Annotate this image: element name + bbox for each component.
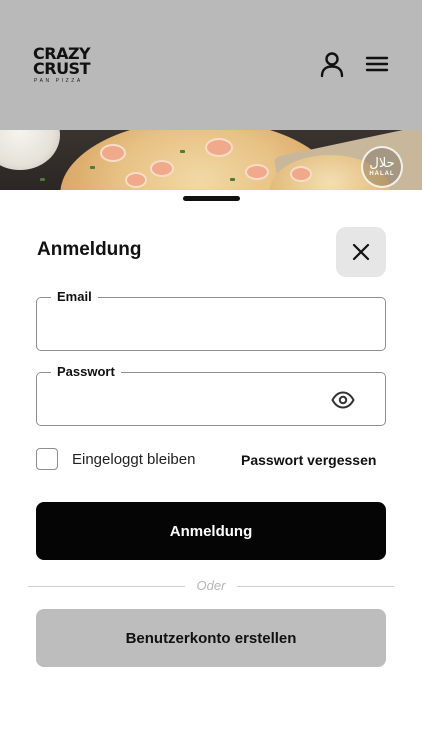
halal-badge-text: HALAL [369, 171, 395, 177]
logo-tagline: PAN PIZZA [34, 78, 83, 84]
close-button[interactable] [336, 227, 386, 277]
eye-icon [331, 391, 355, 409]
password-field: Passwort [36, 364, 386, 426]
herb-garnish [40, 178, 45, 181]
herb-garnish [90, 166, 95, 169]
password-input[interactable] [51, 391, 325, 415]
show-password-toggle[interactable] [331, 391, 355, 409]
shrimp-topping [290, 166, 312, 182]
pizza-banner-image: حلال HALAL [0, 130, 422, 192]
or-divider: Oder [28, 578, 394, 594]
sheet-drag-handle[interactable] [183, 196, 240, 201]
shrimp-topping [100, 144, 126, 162]
create-account-button[interactable]: Benutzerkonto erstellen [36, 609, 386, 667]
divider-line-right [237, 586, 394, 587]
remember-me: Eingeloggt bleiben [36, 448, 195, 470]
login-title: Anmeldung [37, 239, 142, 260]
herb-garnish [230, 178, 235, 181]
forgot-password-link[interactable]: Passwort vergessen [241, 452, 376, 468]
shrimp-topping [205, 138, 233, 157]
login-submit-button[interactable]: Anmeldung [36, 502, 386, 560]
email-input[interactable] [51, 316, 325, 340]
shrimp-topping [245, 164, 269, 180]
user-account-button[interactable] [318, 50, 346, 78]
shrimp-topping [125, 172, 147, 188]
sauce-bowl [0, 130, 60, 170]
login-bottom-sheet: Anmeldung Email Passwort Eingeloggt blei… [0, 190, 422, 750]
password-label: Passwort [51, 364, 121, 379]
crazy-crust-logo[interactable]: CRAZY CRUST PAN PIZZA [33, 46, 95, 85]
shrimp-topping [150, 160, 174, 177]
logo-line-2: CRUST [33, 59, 91, 78]
close-icon [352, 243, 370, 261]
herb-garnish [180, 150, 185, 153]
user-icon [320, 52, 344, 78]
hamburger-menu-icon [365, 56, 389, 72]
menu-button[interactable] [364, 52, 390, 76]
email-label: Email [51, 289, 98, 304]
remember-me-checkbox[interactable] [36, 448, 58, 470]
halal-badge: حلال HALAL [361, 146, 403, 188]
halal-arabic-glyph: حلال [369, 156, 395, 171]
remember-me-label[interactable]: Eingeloggt bleiben [72, 451, 195, 468]
app-header: CRAZY CRUST PAN PIZZA [0, 0, 422, 130]
email-field: Email [36, 289, 386, 351]
